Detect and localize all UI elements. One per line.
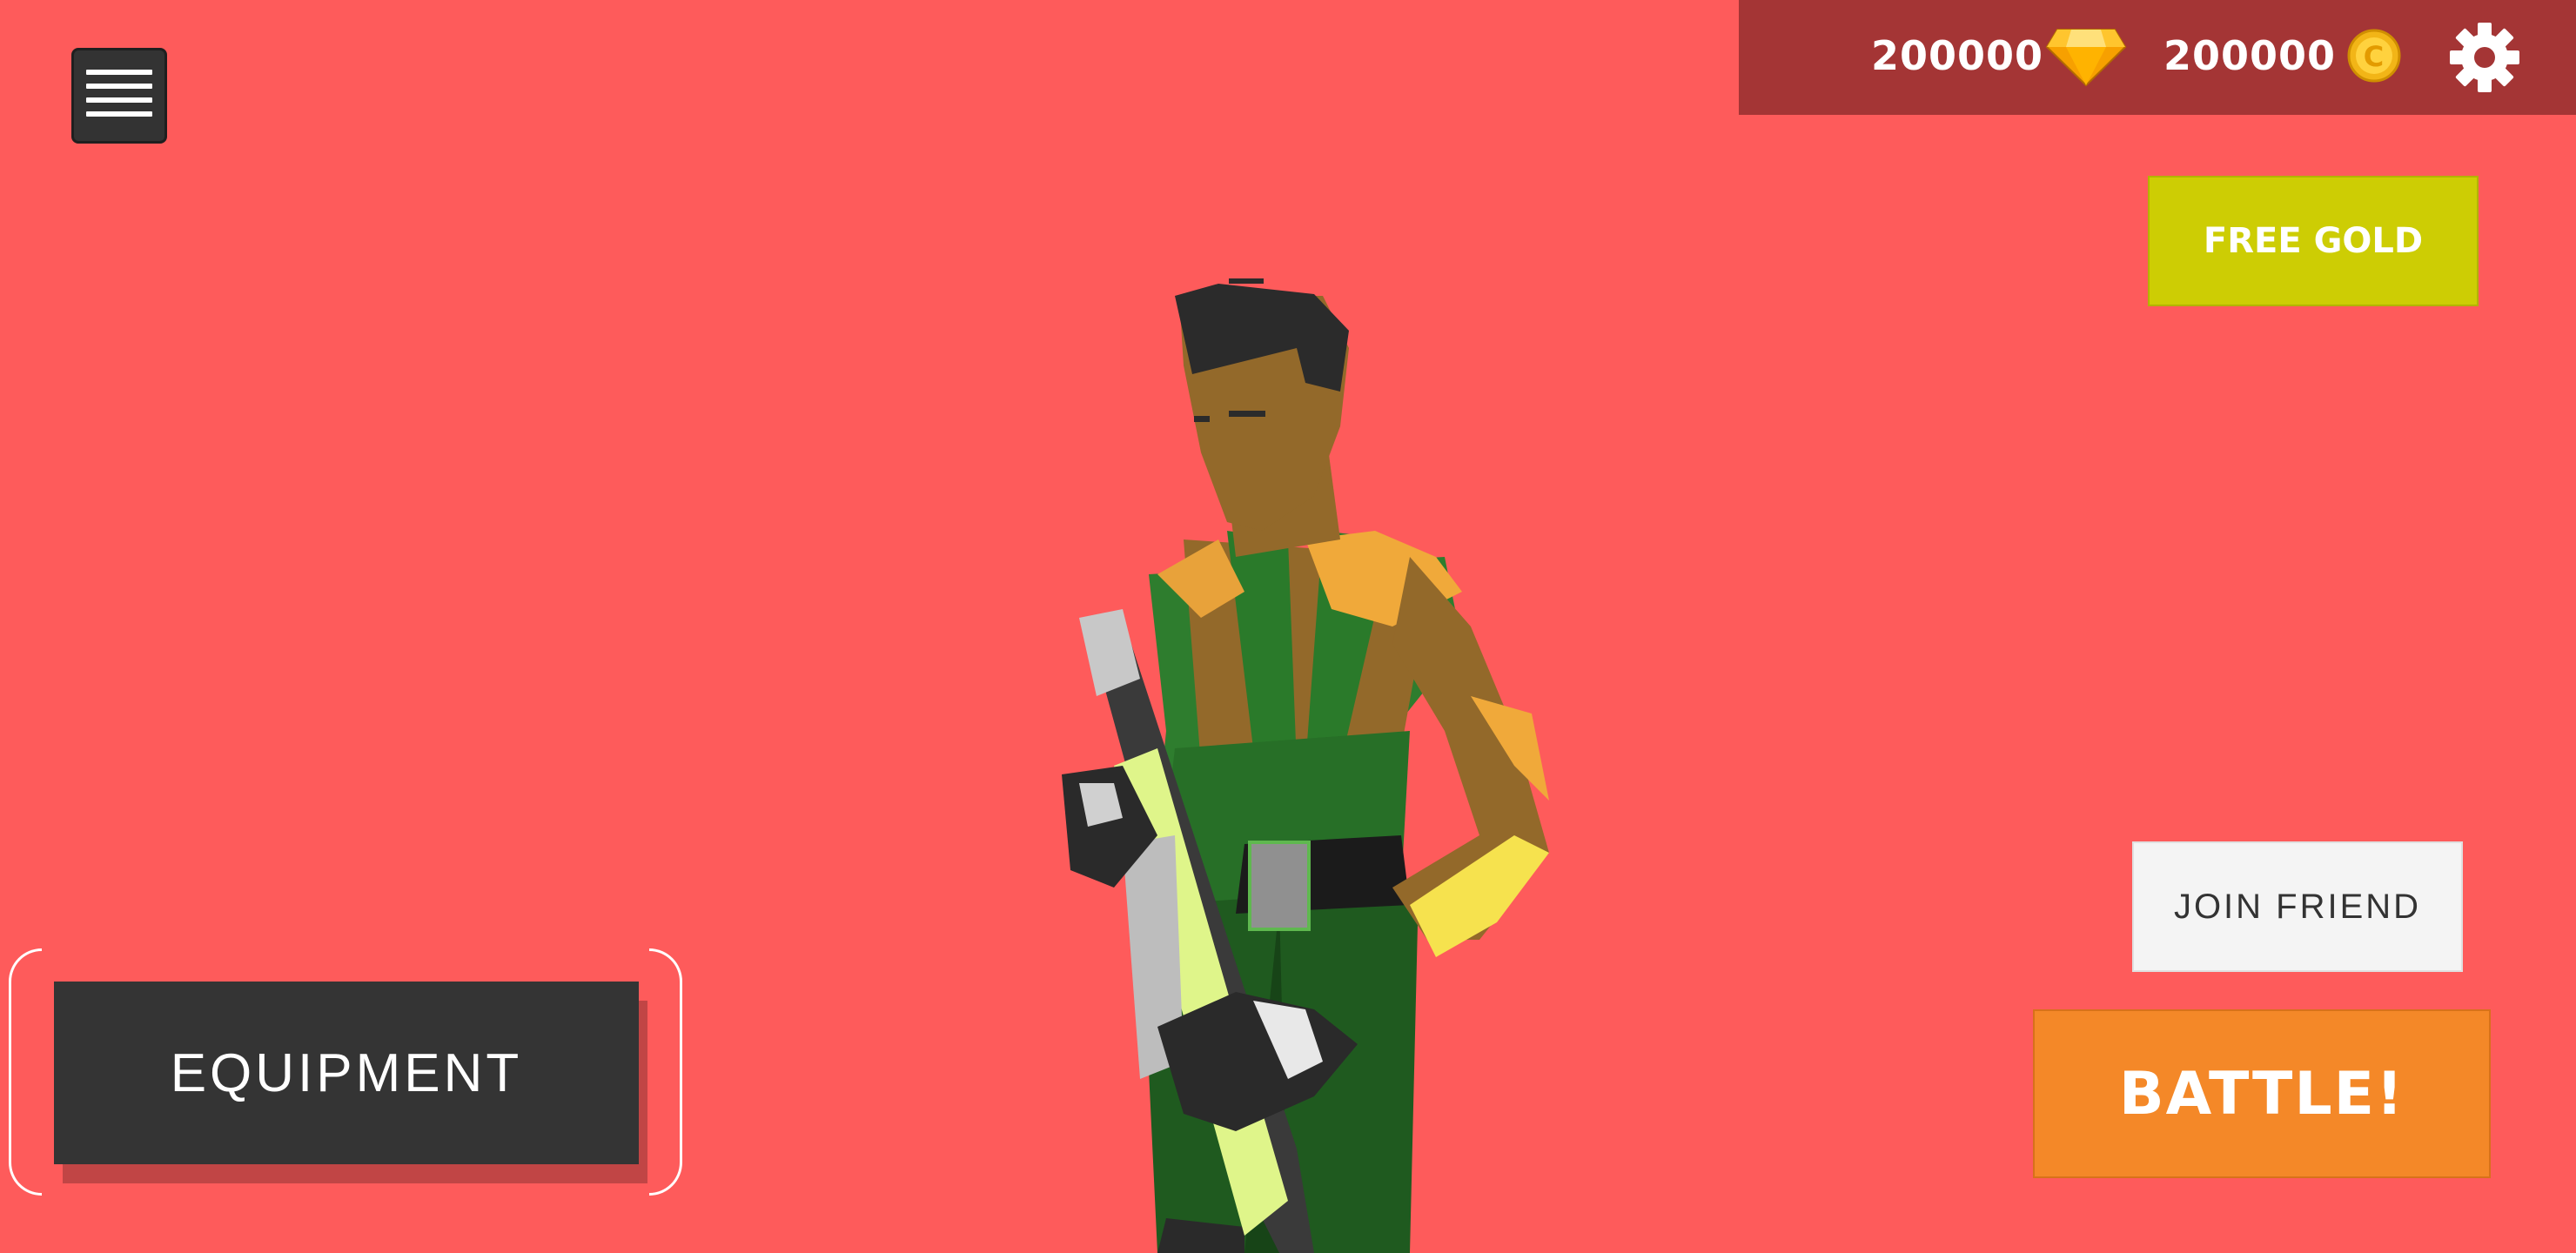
join-friend-button[interactable]: JOIN FRIEND [2132, 841, 2463, 972]
gold-amount: 200000 [2163, 32, 2337, 79]
svg-text:C: C [2364, 40, 2385, 73]
menu-line [86, 111, 152, 117]
menu-line [86, 97, 152, 103]
diamond-icon [2045, 29, 2127, 87]
equipment-bracket-right [649, 948, 682, 1196]
gold-counter: 200000 C [2163, 24, 2402, 87]
battle-button[interactable]: BATTLE! [2033, 1009, 2491, 1178]
menu-line [86, 84, 152, 89]
player-character [1062, 278, 1549, 1253]
gem-counter: 200000 [1871, 24, 2127, 87]
gem-amount: 200000 [1871, 32, 2044, 79]
gear-icon[interactable] [2449, 22, 2520, 93]
hamburger-menu-icon[interactable] [71, 48, 167, 144]
menu-line [86, 70, 152, 75]
equipment-bracket-left [9, 948, 42, 1196]
gold-coin-icon: C [2347, 29, 2401, 83]
free-gold-button[interactable]: FREE GOLD [2148, 176, 2479, 306]
equipment-button[interactable]: EQUIPMENT [54, 982, 639, 1164]
